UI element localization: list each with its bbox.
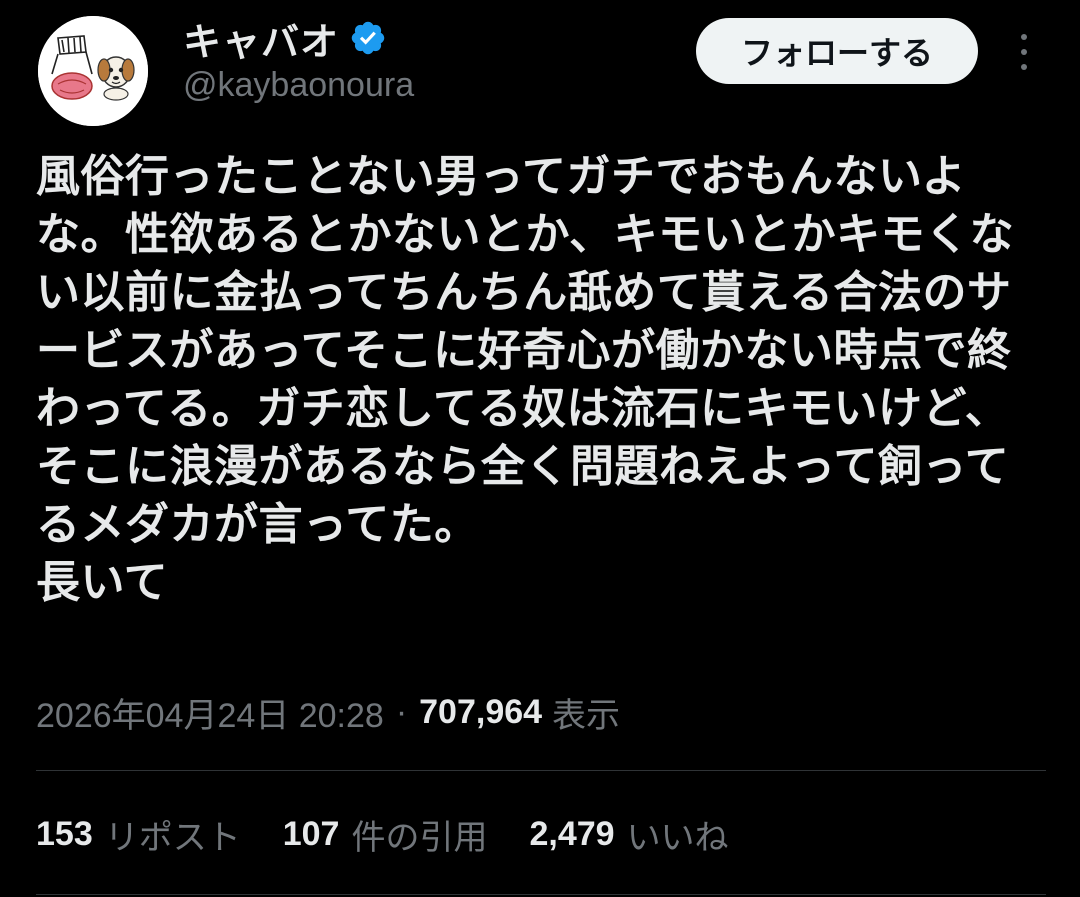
author-name-row[interactable]: キャバオ — [183, 14, 387, 64]
stat-label: 件の引用 — [351, 819, 488, 857]
more-vertical-icon[interactable] — [1006, 30, 1042, 74]
dot — [1021, 34, 1027, 40]
stat-count: 153 — [36, 815, 93, 853]
verified-badge-icon — [349, 19, 387, 57]
stat-label: いいね — [626, 819, 729, 857]
views-label: 表示 — [552, 697, 621, 735]
dot — [1021, 49, 1027, 55]
author-display-name[interactable]: キャバオ — [183, 11, 339, 66]
stat-reposts[interactable]: 153 リポスト — [36, 810, 241, 859]
stat-count: 107 — [282, 815, 340, 853]
tweet-timestamp[interactable]: 2026年04月24日 20:28 — [36, 688, 384, 737]
views-count: 707,964 — [419, 693, 543, 731]
stat-count: 2,479 — [529, 815, 615, 853]
divider — [36, 770, 1046, 771]
meta-separator: · — [395, 693, 408, 731]
cartoon-avatar-icon — [38, 16, 148, 126]
tweet-header: キャバオ @kaybaonoura フォローする — [0, 0, 1080, 140]
avatar[interactable] — [38, 16, 148, 126]
engagement-stats: 153 リポスト 107 件の引用 2,479 いいね — [36, 810, 771, 859]
tweet-text: 風俗行ったことない男ってガチでおもんないよな。性欲あるとかないとか、キモいとかキ… — [36, 151, 1015, 608]
dot — [1021, 64, 1027, 70]
stat-label: リポスト — [104, 819, 241, 857]
divider — [36, 894, 1046, 895]
follow-button[interactable]: フォローする — [696, 18, 978, 84]
author-handle[interactable]: @kaybaonoura — [183, 66, 414, 105]
stat-likes[interactable]: 2,479 いいね — [529, 810, 728, 859]
tweet-meta: 2026年04月24日 20:28 · 707,964 表示 — [36, 688, 620, 737]
stat-quotes[interactable]: 107 件の引用 — [283, 810, 488, 859]
